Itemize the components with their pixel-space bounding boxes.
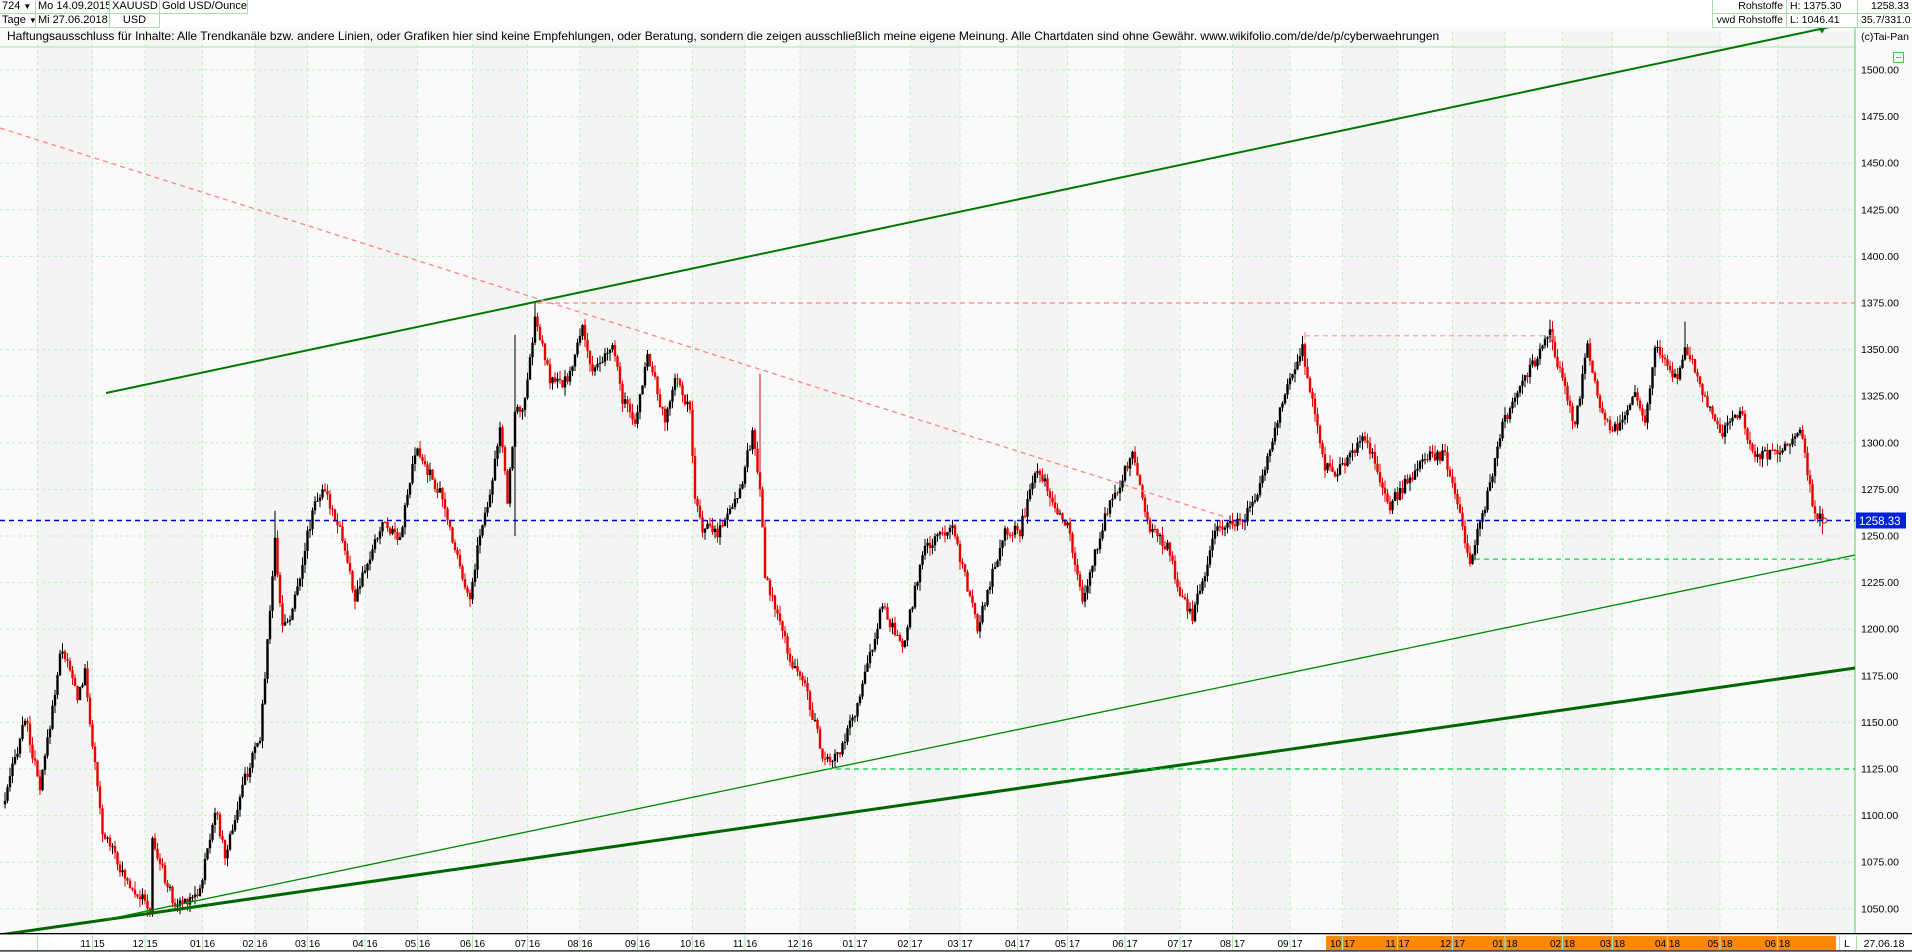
month-label: 12 15 [132, 939, 157, 950]
price-axis-label: 1300.00 [1861, 437, 1899, 449]
month-label: 06 17 [1112, 939, 1137, 950]
last-price-label: 1258.33 [1857, 0, 1912, 14]
price-axis-label: 1275.00 [1861, 484, 1899, 496]
last-price-tag-value: 1258.33 [1859, 516, 1901, 528]
chevron-down-icon: ▼ [29, 16, 36, 25]
copyright-label: (c)Tai-Pan [1861, 31, 1909, 43]
month-label: 08 16 [567, 939, 592, 950]
low-marker-label: L [1844, 938, 1850, 950]
month-label: 05 18 [1707, 939, 1732, 950]
price-axis-label: 1225.00 [1861, 577, 1899, 589]
month-label: 10 16 [680, 939, 705, 950]
month-label: 01 17 [842, 939, 867, 950]
price-axis-label: 1450.00 [1861, 158, 1899, 170]
month-label: 05 16 [405, 939, 430, 950]
month-label: 01 16 [190, 939, 215, 950]
disclaimer-text: Haftungsausschluss für Inhalte: Alle Tre… [7, 29, 1439, 43]
month-label: 04 18 [1655, 939, 1680, 950]
price-axis-label: 1075.00 [1861, 857, 1899, 869]
date-axis: 11 15 12 15 01 16 02 16 03 16 04 16 05 16 06 16… [0, 933, 1912, 952]
month-label: 08 17 [1220, 939, 1245, 950]
price-axis-label: 1475.00 [1861, 111, 1899, 123]
symbol-label: XAUUSD [110, 0, 160, 14]
month-label: 04 17 [1005, 939, 1030, 950]
price-axis-label: 1200.00 [1861, 624, 1899, 636]
price-axis-label: 1325.00 [1861, 391, 1899, 403]
month-label: 09 17 [1277, 939, 1302, 950]
tai-pan-chart-window: 1500.00 1475.00 1450.00 1425.00 1400.00 1375.… [0, 0, 1912, 952]
month-label: 03 18 [1600, 939, 1625, 950]
quote-info-panel: Rohstoffe H: 1375.30 1258.33 vwd Rohstof… [1712, 0, 1912, 28]
price-axis-label: 1400.00 [1861, 251, 1899, 263]
chevron-down-icon: ▼ [23, 2, 31, 11]
collapse-panel-button[interactable] [1893, 52, 1904, 63]
month-label: 12 17 [1440, 939, 1465, 950]
month-label: 02 16 [242, 939, 267, 950]
header-spacer [160, 14, 248, 27]
low-value-label: L: 1046.41 [1786, 14, 1857, 28]
stats-label: 35.7/331.0 [1857, 14, 1912, 28]
month-label: 11 16 [733, 939, 758, 950]
month-label: 01 18 [1492, 939, 1517, 950]
data-source-label: Rohstoffe [1712, 0, 1786, 14]
month-label: 04 16 [352, 939, 377, 950]
currency-label: USD [110, 14, 160, 28]
month-label: 12 16 [787, 939, 812, 950]
instrument-name-label: Gold USD/Ounce [160, 0, 248, 14]
price-chart[interactable]: 1500.00 1475.00 1450.00 1425.00 1400.00 1375.… [0, 0, 1912, 952]
month-label: 06 16 [460, 939, 485, 950]
month-label: 02 17 [897, 939, 922, 950]
price-axis-label: 1050.00 [1861, 903, 1899, 915]
month-label: 03 17 [947, 939, 972, 950]
last-price-tag: 1258.33 [1856, 513, 1906, 529]
month-label: 11 17 [1385, 939, 1410, 950]
month-label: 07 16 [515, 939, 540, 950]
month-label: 06 18 [1765, 939, 1790, 950]
data-source-label2: vwd Rohstoffe [1712, 14, 1786, 28]
price-axis-label: 1250.00 [1861, 531, 1899, 543]
price-axis-label: 1175.00 [1861, 670, 1898, 682]
price-axis-label: 1125.00 [1861, 764, 1898, 776]
price-axis-label: 1150.00 [1861, 717, 1898, 729]
price-axis-label: 1425.00 [1861, 204, 1899, 216]
header-background [0, 0, 1912, 28]
price-axis-label: 1350.00 [1861, 344, 1899, 356]
end-date-label: 27.06.18 [1864, 938, 1905, 950]
month-label: 03 16 [295, 939, 320, 950]
price-axis-label: 1100.00 [1861, 810, 1898, 822]
chart-settings-header: 724 ▼ Mo 14.09.2015 XAUUSD Gold USD/Ounc… [0, 0, 248, 28]
month-label: 10 17 [1330, 939, 1355, 950]
price-axis-label: 1500.00 [1861, 65, 1899, 77]
period-count-dropdown[interactable]: 724 ▼ [0, 0, 36, 14]
month-label: 11 15 [80, 939, 105, 950]
date-from-field[interactable]: Mo 14.09.2015 [36, 0, 110, 14]
month-label: 02 18 [1550, 939, 1575, 950]
high-value-label: H: 1375.30 [1786, 0, 1857, 14]
date-to-field[interactable]: Mi 27.06.2018 [36, 14, 110, 28]
period-unit-dropdown[interactable]: Tage ▼ [0, 14, 36, 28]
month-label: 09 16 [625, 939, 650, 950]
price-axis-label: 1375.00 [1861, 298, 1899, 310]
month-label: 05 17 [1055, 939, 1080, 950]
month-label: 07 17 [1167, 939, 1192, 950]
